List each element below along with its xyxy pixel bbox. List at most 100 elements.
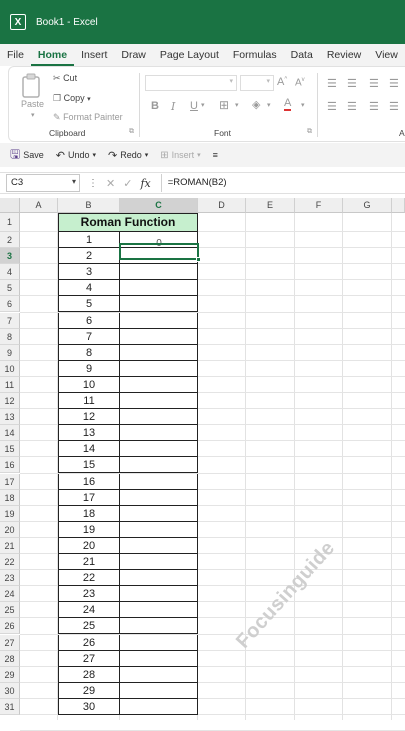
cell-b9[interactable]: 8 (58, 344, 120, 361)
row-header-5[interactable]: 5 (0, 280, 20, 297)
cell-b3[interactable]: 2 (58, 248, 120, 265)
cell-c16[interactable] (120, 457, 198, 474)
cell-c31[interactable] (120, 698, 198, 715)
tab-home[interactable]: Home (30, 44, 75, 66)
row-header-10[interactable]: 10 (0, 360, 20, 377)
shrink-font-button[interactable]: Av (295, 77, 305, 88)
cell-c18[interactable] (120, 489, 198, 506)
row-header-4[interactable]: 4 (0, 264, 20, 281)
cell-c21[interactable] (120, 537, 198, 554)
row-header-21[interactable]: 21 (0, 537, 20, 554)
row-header-18[interactable]: 18 (0, 489, 20, 506)
paste-icon[interactable] (21, 73, 43, 99)
cell-b29[interactable]: 28 (58, 666, 120, 683)
more-options-icon[interactable]: ⋮ (88, 178, 98, 189)
row-header-19[interactable]: 19 (0, 505, 20, 522)
align-center-icon[interactable]: ☰ (347, 100, 357, 113)
chevron-down-icon[interactable]: ▾ (201, 101, 205, 109)
cell-b26[interactable]: 25 (58, 618, 120, 635)
paste-button[interactable]: Paste (21, 99, 44, 109)
cell-b11[interactable]: 10 (58, 376, 120, 393)
row-header-3[interactable]: 3 (0, 248, 20, 265)
row-header-13[interactable]: 13 (0, 409, 20, 426)
row-header-20[interactable]: 20 (0, 521, 20, 538)
cell-c27[interactable] (120, 634, 198, 651)
cell-c11[interactable] (120, 376, 198, 393)
borders-icon[interactable]: ⊞ (219, 98, 229, 112)
format-painter-button[interactable]: ✎ Format Painter (53, 112, 123, 123)
cell-b12[interactable]: 11 (58, 393, 120, 410)
cell-c15[interactable] (120, 441, 198, 458)
cell-b10[interactable]: 9 (58, 360, 120, 377)
redo-button[interactable]: ↷ Redo ▾ (108, 149, 148, 162)
cell-c8[interactable] (120, 328, 198, 345)
tab-draw[interactable]: Draw (114, 44, 153, 66)
cell-c20[interactable] (120, 521, 198, 538)
row-header-14[interactable]: 14 (0, 425, 20, 442)
cell-c10[interactable] (120, 360, 198, 377)
cell-c5[interactable] (120, 280, 198, 297)
column-header-e[interactable]: E (246, 198, 295, 213)
cell-c12[interactable] (120, 393, 198, 410)
column-header-b[interactable]: B (58, 198, 120, 213)
row-header-30[interactable]: 30 (0, 682, 20, 699)
row-header-8[interactable]: 8 (0, 328, 20, 345)
row-header-12[interactable]: 12 (0, 393, 20, 410)
cell-b16[interactable]: 15 (58, 457, 120, 474)
chevron-down-icon[interactable]: ▾ (235, 101, 239, 109)
cell-b17[interactable]: 16 (58, 473, 120, 490)
formula-input[interactable]: =ROMAN(B2) (160, 174, 227, 192)
font-name-box[interactable]: ▾ (145, 75, 237, 91)
tab-insert[interactable]: Insert (74, 44, 114, 66)
cell-b4[interactable]: 3 (58, 264, 120, 281)
cell-b25[interactable]: 24 (58, 602, 120, 619)
align-right-icon[interactable]: ☰ (369, 100, 379, 113)
copy-button[interactable]: ❐ Copy ▾ (53, 93, 91, 104)
cell-b8[interactable]: 7 (58, 328, 120, 345)
grow-font-button[interactable]: A^ (277, 76, 287, 88)
active-cell-c3[interactable] (119, 243, 201, 262)
row-header-11[interactable]: 11 (0, 376, 20, 393)
underline-button[interactable]: U (190, 100, 198, 112)
cell-c26[interactable] (120, 618, 198, 635)
cell-c28[interactable] (120, 650, 198, 667)
table-header-cell[interactable]: Roman Function (58, 213, 198, 232)
cell-b15[interactable]: 14 (58, 441, 120, 458)
undo-button[interactable]: ↶ Undo ▾ (56, 149, 96, 162)
indent-icon[interactable]: ☰ (389, 100, 399, 113)
column-header-f[interactable]: F (295, 198, 343, 213)
column-header-partial[interactable] (392, 198, 405, 213)
row-header-29[interactable]: 29 (0, 666, 20, 683)
row-header-27[interactable]: 27 (0, 634, 20, 651)
dialog-launcher-icon[interactable]: ⧉ (307, 128, 312, 136)
align-middle-icon[interactable]: ☰ (347, 77, 357, 90)
cell-b30[interactable]: 29 (58, 682, 120, 699)
row-header-23[interactable]: 23 (0, 570, 20, 587)
align-top-icon[interactable]: ☰ (327, 77, 337, 90)
cell-c4[interactable] (120, 264, 198, 281)
cut-button[interactable]: ✂ Cut (53, 73, 77, 84)
cell-c6[interactable] (120, 296, 198, 313)
cell-b24[interactable]: 23 (58, 586, 120, 603)
cell-b21[interactable]: 20 (58, 537, 120, 554)
cell-c22[interactable] (120, 554, 198, 571)
row-header-31[interactable]: 31 (0, 698, 20, 715)
row-header-7[interactable]: 7 (0, 312, 20, 329)
insert-function-button[interactable]: fx (140, 177, 150, 190)
enter-icon[interactable]: ✓ (123, 177, 132, 190)
insert-button[interactable]: ⊞ Insert ▾ (160, 150, 200, 161)
column-header-a[interactable]: A (20, 198, 58, 213)
cell-b22[interactable]: 21 (58, 554, 120, 571)
select-all-corner[interactable] (0, 198, 20, 213)
font-size-box[interactable]: ▾ (240, 75, 274, 91)
tab-view[interactable]: View (368, 44, 405, 66)
cell-c17[interactable] (120, 473, 198, 490)
row-header-26[interactable]: 26 (0, 618, 20, 635)
cell-c23[interactable] (120, 570, 198, 587)
bold-button[interactable]: B (151, 100, 159, 112)
cell-c7[interactable] (120, 312, 198, 329)
row-header-9[interactable]: 9 (0, 344, 20, 361)
row-header-1[interactable]: 1 (0, 213, 20, 232)
spreadsheet-grid[interactable]: ABCDEFG 1 2 3 4 5 6 7 8 9 10 11 12 13 14 15 16 17 18 19 20 2… (0, 198, 405, 731)
tab-page-layout[interactable]: Page Layout (153, 44, 226, 66)
